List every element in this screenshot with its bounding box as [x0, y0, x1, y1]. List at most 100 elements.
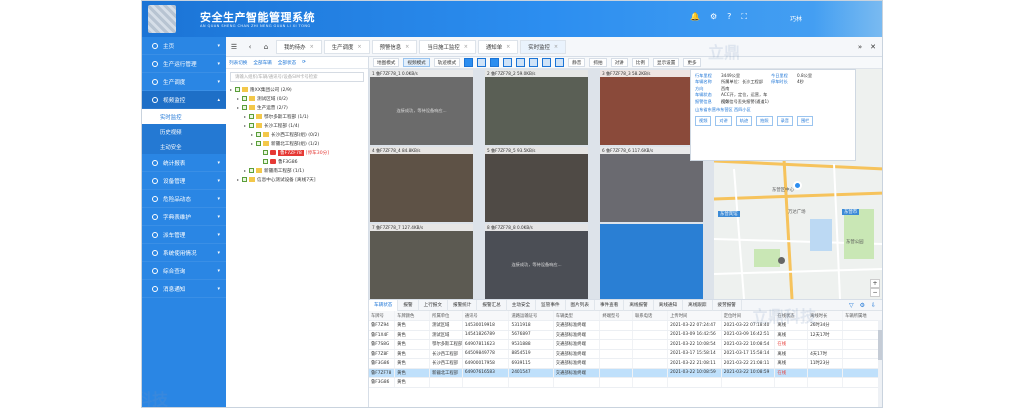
- tree-search-input[interactable]: 请输入组织/车辆/通讯号/设备SIM卡号检索: [230, 72, 364, 82]
- tree-node[interactable]: ▸ 信息中心测试设备 [离线7天]: [226, 175, 368, 184]
- column-header[interactable]: 车牌号: [369, 311, 396, 321]
- column-header[interactable]: 在线状态: [774, 311, 809, 321]
- display-settings-button[interactable]: 显示设置: [652, 58, 680, 67]
- video-cell[interactable]: 8 鲁F7ZF78_8 0.0KB/s 连接成功，等待设备响应...: [485, 224, 588, 299]
- tree-node[interactable]: ▸ 新疆南工程部 (1/1): [226, 166, 368, 175]
- checkbox[interactable]: [256, 132, 261, 137]
- data-tab[interactable]: 报警汇总: [477, 299, 507, 311]
- data-tab[interactable]: 事件查看: [595, 299, 625, 311]
- table-scrollbar[interactable]: [878, 320, 882, 407]
- table-row[interactable]: 鲁F7S8G 黄色 鄂尔多斯工程部 64907811623 9531888 交通部标准终端…: [369, 339, 882, 350]
- tab[interactable]: 当日施工监控 ×: [419, 39, 476, 54]
- close-icon[interactable]: ×: [357, 44, 361, 50]
- tree-node[interactable]: ▸ 测试区域 (0/2): [226, 94, 368, 103]
- grid-1-icon[interactable]: [464, 58, 474, 67]
- data-tab[interactable]: 离线跟踪: [683, 299, 713, 311]
- settings-icon[interactable]: ⚙: [860, 302, 865, 309]
- data-tab[interactable]: 报警: [398, 299, 419, 311]
- tab[interactable]: 生产调度 ×: [323, 39, 370, 54]
- video-cell[interactable]: 2 鲁F7ZF78_2 59.0KB/s: [485, 70, 588, 145]
- data-tab[interactable]: 报警统计: [448, 299, 478, 311]
- filter-icon[interactable]: ▽: [849, 302, 854, 309]
- sidebar-item[interactable]: 统计报表 ▾: [142, 154, 226, 172]
- checkbox[interactable]: [242, 105, 247, 110]
- close-icon[interactable]: ×: [405, 44, 409, 50]
- video-cell[interactable]: 3 鲁F7ZF78_3 58.2KB/s: [600, 70, 703, 145]
- sidebar-item[interactable]: 派车管理 ▾: [142, 226, 226, 244]
- column-header[interactable]: 通讯号: [462, 311, 510, 321]
- zoom-in-button[interactable]: +: [870, 279, 880, 288]
- tree-node[interactable]: ▸ 鄂尔多斯工程部 (1/1): [226, 112, 368, 121]
- tab[interactable]: 实时监控 ×: [520, 39, 567, 54]
- export-icon[interactable]: ⇩: [871, 302, 876, 309]
- video-cell[interactable]: 7 鲁F7ZF78_7 127.4KB/s: [370, 224, 473, 299]
- column-header[interactable]: 所属单位: [429, 311, 463, 321]
- video-cell[interactable]: 4 鲁F7ZF78_4 84.8KB/s: [370, 147, 473, 222]
- grid-64-icon[interactable]: [555, 58, 565, 67]
- chevron-left-icon[interactable]: ‹: [242, 43, 258, 51]
- checkbox[interactable]: [263, 150, 268, 155]
- info-button[interactable]: 视频: [695, 115, 712, 126]
- column-header[interactable]: 终端型号: [599, 311, 634, 321]
- fullscreen-icon[interactable]: ⛶: [741, 12, 747, 22]
- video-mode-button[interactable]: 视频模式: [403, 58, 430, 67]
- grid-49-icon[interactable]: [542, 58, 552, 67]
- column-header[interactable]: 车辆所属地: [842, 311, 882, 321]
- data-tab[interactable]: 上行报文: [419, 299, 448, 311]
- data-tab[interactable]: 离线通知: [654, 299, 684, 311]
- checkbox[interactable]: [242, 177, 247, 182]
- gear-icon[interactable]: ⚙: [710, 12, 717, 22]
- checkbox[interactable]: [249, 168, 254, 173]
- close-icon[interactable]: ×: [464, 44, 468, 50]
- video-cell[interactable]: [600, 224, 703, 299]
- sidebar-item[interactable]: 生产运行管理 ▾: [142, 55, 226, 73]
- data-tab[interactable]: 离线报警: [624, 299, 654, 311]
- sidebar-item[interactable]: 系统使用情况 ▾: [142, 244, 226, 262]
- sidebar-item[interactable]: 生产调度 ▾: [142, 73, 226, 91]
- track-mode-button[interactable]: 轨迹模式: [433, 58, 461, 67]
- data-tab[interactable]: 图片列表: [566, 299, 595, 311]
- column-header[interactable]: 定位时间: [721, 311, 776, 321]
- close-all-icon[interactable]: ✕: [870, 43, 876, 51]
- more-button[interactable]: 更多: [683, 58, 701, 67]
- tree-toolbar-list[interactable]: 列表切换: [229, 60, 247, 66]
- refresh-icon[interactable]: ⟳: [302, 60, 306, 65]
- tree-node[interactable]: ▸ 长沙工程部 (1/4): [226, 121, 368, 130]
- sidebar-subitem[interactable]: 历史视频: [142, 124, 226, 139]
- table-row[interactable]: 鲁F7Z8F 黄色 长沙西工程部 64509849778 8854519 交通部标准终端 2…: [369, 349, 882, 359]
- chevron-right-icon[interactable]: »: [858, 43, 862, 51]
- tree-node[interactable]: 鲁F3G86: [226, 157, 368, 166]
- grid-16-icon[interactable]: [503, 58, 513, 67]
- grid-9-icon[interactable]: [490, 58, 500, 67]
- info-button[interactable]: 轨迹: [735, 115, 753, 126]
- ratio-button[interactable]: 比例: [631, 58, 649, 67]
- tree-node[interactable]: 鲁F7ZF78 [停车30分]: [226, 148, 368, 157]
- grid-4-icon[interactable]: [477, 58, 487, 67]
- checkbox[interactable]: [249, 123, 254, 128]
- info-button[interactable]: 围栏: [796, 115, 814, 126]
- tree-toolbar-vehicles[interactable]: 全部车辆: [253, 60, 271, 66]
- column-header[interactable]: 离线时长: [807, 311, 844, 321]
- tab[interactable]: 预警信息 ×: [371, 39, 418, 54]
- tab[interactable]: 通知单 ×: [477, 39, 519, 54]
- data-tab[interactable]: 监管事件: [536, 299, 566, 311]
- sidebar-item[interactable]: 字典表维护 ▾: [142, 208, 226, 226]
- username[interactable]: 巧林: [790, 14, 802, 23]
- column-header[interactable]: 上传时间: [667, 311, 722, 321]
- bell-icon[interactable]: 🔔: [690, 12, 700, 22]
- tree-toolbar-status[interactable]: 全部状态: [278, 60, 296, 66]
- grid-25-icon[interactable]: [516, 58, 526, 67]
- checkbox[interactable]: [235, 87, 240, 92]
- sidebar-item[interactable]: 综合查询 ▾: [142, 262, 226, 280]
- video-cell[interactable]: 6 鲁F7ZF78_6 117.6KB/s: [600, 147, 703, 222]
- table-row[interactable]: 鲁F1X4F 黄色 测试区域 14541826789 5676897 交通部标准终端 202…: [369, 330, 882, 340]
- mute-button[interactable]: 静音: [568, 58, 586, 67]
- close-icon[interactable]: ×: [506, 44, 510, 50]
- table-row[interactable]: 鲁F7ZF78 黄色 新疆北工程部 64907616583 2401547 交通部标准终端…: [369, 368, 882, 378]
- table-row[interactable]: 鲁F7Z94 黄色 测试区域 14530019918 5311918 交通部标准终端 202…: [369, 320, 882, 331]
- snapshot-button[interactable]: 抓拍: [589, 58, 607, 67]
- sidebar-item[interactable]: 视频监控 ▴: [142, 91, 226, 109]
- table-row[interactable]: 鲁F3G86 黄色 长沙西工程部 64900017958 6939115 交通部标准终端 2…: [369, 358, 882, 369]
- grid-36-icon[interactable]: [529, 58, 539, 67]
- sidebar-item[interactable]: 主页 ▾: [142, 37, 226, 55]
